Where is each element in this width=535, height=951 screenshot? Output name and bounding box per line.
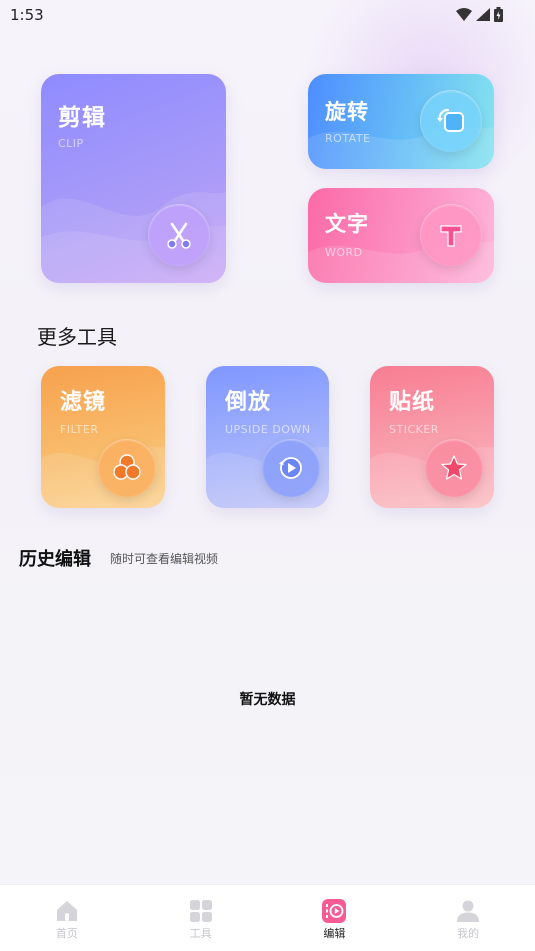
filter-circles-icon [98, 439, 156, 497]
text-t-icon [420, 204, 482, 266]
filter-subtitle: FILTER [60, 423, 99, 436]
filter-card[interactable]: 滤镜 FILTER [41, 366, 165, 508]
tab-label: 编辑 [323, 927, 346, 940]
tab-label: 首页 [55, 927, 78, 940]
upside-down-card[interactable]: 倒放 UPSIDE DOWN [206, 366, 329, 508]
sticker-card[interactable]: 贴纸 STICKER [370, 366, 494, 508]
history-title: 历史编辑 [19, 549, 91, 570]
star-icon [425, 439, 483, 497]
status-time: 1:53 [10, 6, 44, 24]
grid-icon [189, 900, 212, 922]
word-subtitle: WORD [325, 246, 363, 259]
word-title: 文字 [325, 212, 369, 236]
filter-title: 滤镜 [60, 390, 107, 415]
tab-edit[interactable]: 编辑 [268, 885, 402, 951]
reverse-play-icon [262, 439, 320, 497]
more-tools-title: 更多工具 [37, 325, 117, 349]
upside-down-subtitle: UPSIDE DOWN [225, 423, 311, 436]
rotate-icon [420, 90, 482, 152]
status-bar: 1:53 [0, 0, 535, 30]
rotate-card[interactable]: 旋转 ROTATE [308, 74, 494, 169]
tab-label: 我的 [457, 927, 480, 940]
user-icon [457, 900, 480, 922]
upside-down-title: 倒放 [225, 390, 272, 415]
clip-subtitle: CLIP [58, 137, 84, 150]
tab-tools[interactable]: 工具 [134, 885, 268, 951]
history-subtitle: 随时可查看编辑视频 [110, 552, 219, 566]
battery-icon [494, 7, 503, 22]
status-icons [456, 7, 503, 22]
tab-profile[interactable]: 我的 [401, 885, 535, 951]
empty-state-text: 暂无数据 [239, 692, 296, 708]
wifi-icon [456, 8, 472, 21]
clip-title: 剪辑 [58, 105, 106, 131]
word-card[interactable]: 文字 WORD [308, 188, 494, 283]
signal-icon [476, 8, 490, 21]
home-icon [56, 901, 77, 921]
tab-home[interactable]: 首页 [0, 885, 134, 951]
bottom-tab-bar: 首页 工具 编辑 我的 [0, 884, 535, 951]
clip-card[interactable]: 剪辑 CLIP [41, 74, 226, 283]
rotate-title: 旋转 [325, 100, 369, 124]
tab-label: 工具 [189, 927, 212, 940]
sticker-subtitle: STICKER [389, 423, 439, 436]
video-edit-icon [322, 899, 347, 923]
sticker-title: 贴纸 [389, 390, 436, 415]
scissors-icon [148, 204, 210, 266]
rotate-subtitle: ROTATE [325, 132, 371, 145]
